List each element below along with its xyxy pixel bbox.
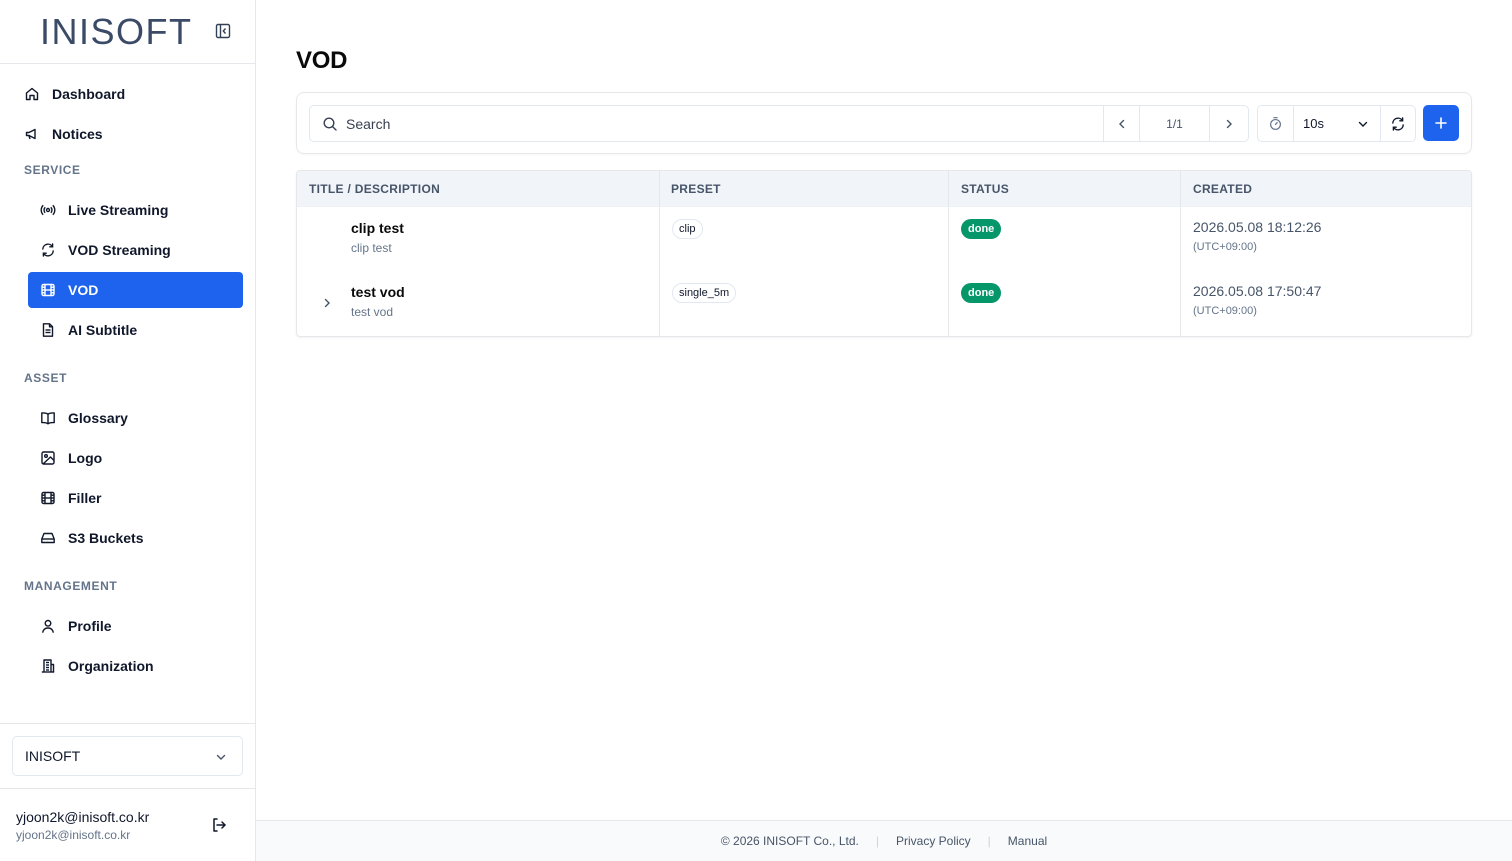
column-header-preset: PRESET [671,182,721,196]
refresh-interval-select[interactable]: 10s [1294,106,1380,141]
created-datetime: 2026.05.08 17:50:47 [1193,283,1322,299]
column-header-title: TITLE / DESCRIPTION [309,182,441,196]
organization-switcher-area: INISOFT [0,723,255,789]
nav-item-label: Filler [68,490,102,506]
pagination-indicator: 1/1 [1140,106,1210,141]
chevron-down-icon [214,750,228,764]
nav-item-label: VOD [68,282,99,298]
search-group: 1/1 [309,105,1249,142]
nav-item-label: Notices [52,126,103,142]
user-name: yjoon2k@inisoft.co.kr [16,809,150,825]
timer-icon [1258,106,1294,141]
chevron-left-icon [1118,119,1124,128]
nav-item-label: Logo [68,450,103,466]
vod-table: TITLE / DESCRIPTION PRESET STATUS CREATE… [296,170,1472,337]
nav-item-ai-subtitle[interactable]: AI Subtitle [28,312,243,348]
privacy-policy-link[interactable]: Privacy Policy [896,834,971,848]
refresh-icon [1392,116,1404,131]
nav-item-notices[interactable]: Notices [24,120,103,148]
nav-item-filler[interactable]: Filler [28,480,243,516]
preset-badge: single_5m [672,283,737,303]
plus-icon [1435,117,1447,129]
created-timezone: (UTC+09:00) [1193,305,1257,317]
table-row[interactable]: test vod test vod single_5m done 2026.05… [297,271,1471,335]
film-icon [40,282,56,298]
refresh-interval-value: 10s [1303,116,1324,131]
footer: © 2026 INISOFT Co., Ltd. | Privacy Polic… [256,820,1512,861]
chevron-down-icon [1356,117,1370,131]
refresh-button[interactable] [1380,106,1415,141]
manual-link[interactable]: Manual [1008,834,1047,848]
preset-badge: clip [672,219,703,239]
footer-separator: | [987,834,991,848]
nav-item-label: AI Subtitle [68,322,138,338]
section-label-service: SERVICE [24,163,81,177]
row-title: test vod [351,284,405,300]
organization-select-value: INISOFT [25,748,81,764]
search-input[interactable] [346,106,1096,141]
status-badge: done [961,283,1002,303]
nav-item-label: Live Streaming [68,202,169,218]
auto-refresh-group: 10s [1257,105,1416,142]
document-icon [40,322,56,338]
image-icon [40,450,56,466]
chevron-right-icon [1226,119,1232,128]
section-label-asset: ASSET [24,371,68,385]
nav-item-vod[interactable]: VOD [28,272,243,308]
sidebar-collapse-icon[interactable] [213,21,233,41]
expand-row-chevron-icon[interactable] [320,296,334,310]
add-vod-button[interactable] [1423,105,1459,141]
nav-item-organization[interactable]: Organization [28,648,243,684]
film-icon [40,490,56,506]
nav-item-profile[interactable]: Profile [28,608,243,644]
section-label-management: MANAGEMENT [24,579,118,593]
row-title: clip test [351,220,404,236]
footer-separator: | [875,834,879,848]
organization-select[interactable]: INISOFT [12,736,243,776]
nav-item-label: Organization [68,658,154,674]
sidebar: INISOFT Dashboard Notices SERVICE Live S… [0,0,256,861]
inisoft-logo[interactable]: INISOFT [40,12,193,52]
logout-icon[interactable] [210,816,228,834]
nav-item-label: VOD Streaming [68,242,171,258]
user-email: yjoon2k@inisoft.co.kr [16,828,131,842]
search-icon [322,116,338,132]
row-description: clip test [351,241,392,255]
toolbar: 1/1 10s [296,92,1472,154]
nav-item-label: Profile [68,618,112,634]
megaphone-icon [24,126,40,142]
user-icon [40,618,56,634]
table-row[interactable]: clip test clip test clip done 2026.05.08… [297,207,1471,271]
status-badge: done [961,219,1002,239]
refresh-icon [40,242,56,258]
nav-item-s3-buckets[interactable]: S3 Buckets [28,520,243,556]
created-datetime: 2026.05.08 18:12:26 [1193,219,1322,235]
brand-header: INISOFT [0,0,255,64]
nav-item-label: Dashboard [52,86,126,102]
book-icon [40,410,56,426]
previous-page-button[interactable] [1103,106,1140,141]
nav-item-dashboard[interactable]: Dashboard [24,80,125,108]
column-header-created: CREATED [1193,182,1253,196]
broadcast-icon [40,202,56,218]
drive-icon [40,530,56,546]
home-icon [24,86,40,102]
nav-item-vod-streaming[interactable]: VOD Streaming [28,232,243,268]
created-timezone: (UTC+09:00) [1193,241,1257,253]
nav-item-logo[interactable]: Logo [28,440,243,476]
nav-item-live-streaming[interactable]: Live Streaming [28,192,243,228]
row-description: test vod [351,305,394,319]
nav-item-label: S3 Buckets [68,530,144,546]
nav-item-label: Glossary [68,410,128,426]
column-header-status: STATUS [961,182,1010,196]
nav-item-glossary[interactable]: Glossary [28,400,243,436]
building-icon [40,658,56,674]
copyright-text: © 2026 INISOFT Co., Ltd. [720,834,859,848]
table-header: TITLE / DESCRIPTION PRESET STATUS CREATE… [297,171,1471,207]
next-page-button[interactable] [1210,106,1248,141]
page-title: VOD [296,47,348,74]
